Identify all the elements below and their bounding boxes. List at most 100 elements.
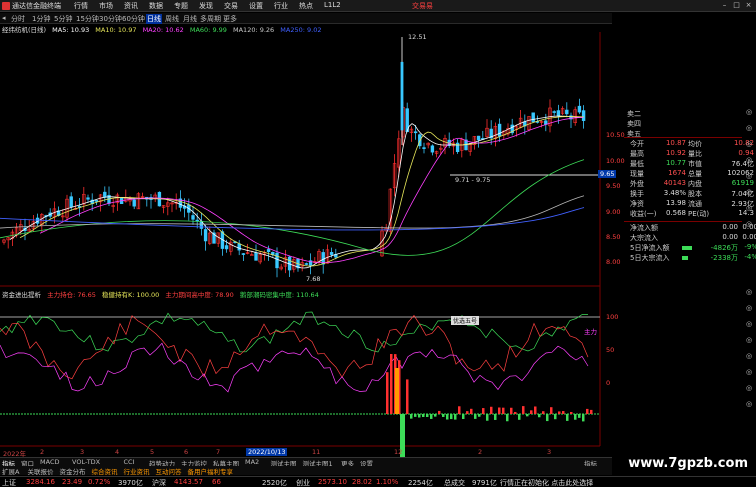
period-15min[interactable]: 15分钟 (75, 14, 100, 24)
minimize-icon[interactable]: – (720, 1, 729, 10)
back-arrow-icon[interactable]: ◂ (2, 14, 6, 22)
tab-extension[interactable]: 扩展A (2, 466, 19, 476)
tool-icon[interactable]: ◎ (744, 220, 754, 230)
period-daily[interactable]: 日线 (146, 14, 162, 24)
quote-value: 40143 (663, 179, 686, 187)
tab-extension[interactable]: 互动问答 (156, 466, 182, 476)
title-bar: 通达信金融终端 行情 市场 资讯 数据 专题 发现 交易 设置 行业 热点 L1… (0, 0, 756, 12)
quote-label: 最低 (630, 160, 644, 168)
sz-label[interactable]: 沪深 (152, 478, 166, 487)
tab-extension[interactable]: 备用户福利专享 (188, 466, 234, 476)
quote-label: 市值 (688, 160, 702, 168)
tool-icon[interactable]: ◎ (744, 140, 754, 150)
menu-market[interactable]: 市场 (99, 1, 113, 11)
tool-icon[interactable]: ◎ (744, 368, 754, 378)
x-tick: 2 (478, 448, 483, 456)
period-tick[interactable]: 分时 (10, 14, 26, 24)
tool-icon[interactable]: ◎ (744, 400, 754, 410)
indicator-item-1: 主力持仓: 76.65 (47, 291, 96, 299)
tool-icon[interactable]: ◎ (744, 384, 754, 394)
indicator-bar (478, 414, 481, 417)
indicator-item-3: 主力期间高中度: 78.90 (165, 291, 234, 299)
tab-extension[interactable]: 资金分布 (60, 466, 86, 476)
period-5min[interactable]: 5分钟 (53, 14, 73, 24)
indicator-bar (386, 372, 389, 414)
period-monthly[interactable]: 月线 (182, 14, 198, 24)
menu-industry[interactable]: 行业 (274, 1, 288, 11)
maximize-icon[interactable]: □ (732, 1, 741, 10)
tab-extension[interactable]: 行业资讯 (124, 466, 150, 476)
tool-icon[interactable]: ◎ (744, 204, 754, 214)
period-more[interactable]: 更多 (222, 14, 238, 24)
price-tick: 8.00 (606, 258, 621, 266)
app-logo-icon (2, 2, 10, 10)
tab-extension[interactable]: 综合资讯 (92, 466, 118, 476)
quote-label: PE(动) (688, 210, 710, 218)
candle-body (497, 123, 502, 137)
indicator-magenta-line (0, 342, 589, 393)
cy-label[interactable]: 创业 (296, 478, 310, 487)
menu-quotes[interactable]: 行情 (74, 1, 88, 11)
quote-label: 今开 (630, 140, 644, 148)
sh-label[interactable]: 上证 (2, 478, 16, 487)
tab-indicator[interactable]: VOL-TDX (72, 458, 100, 466)
tool-icon[interactable]: ◎ (744, 336, 754, 346)
quote-label: 外盘 (630, 180, 644, 188)
candle-body (552, 111, 556, 113)
indicator-bar (466, 411, 469, 414)
flow-bar (682, 246, 692, 250)
x-tick: 4 (115, 448, 120, 456)
tab-indicator[interactable]: CCI (124, 458, 135, 466)
period-multi[interactable]: 多周期 (199, 14, 222, 24)
menu-data[interactable]: 数据 (149, 1, 163, 11)
tool-icon[interactable]: ◎ (744, 320, 754, 330)
kline-chart[interactable] (0, 32, 620, 457)
tool-icon[interactable]: ◎ (744, 124, 754, 134)
indicator-bar (534, 406, 537, 414)
candle-body (266, 249, 271, 252)
x-tick: 5 (150, 448, 155, 456)
tool-icon[interactable]: ◎ (744, 304, 754, 314)
period-weekly[interactable]: 周线 (164, 14, 180, 24)
menu-discover[interactable]: 发现 (199, 1, 213, 11)
menu-hot[interactable]: 热点 (299, 1, 313, 11)
menu-trade[interactable]: 交易 (224, 1, 238, 11)
price-tick: 9.50 (606, 182, 621, 190)
tool-icon[interactable]: ◎ (744, 288, 754, 298)
menu-news[interactable]: 资讯 (124, 1, 138, 11)
candle-body (413, 131, 418, 134)
quote-label: 量比 (688, 150, 702, 158)
capital-flow-panel: 净流入额0.000.00大宗流入0.000.005日净流入额-4826万-9%5… (626, 223, 756, 265)
tool-icon[interactable]: ◎ (744, 156, 754, 166)
indicator-popup-title[interactable]: 优选五号 (451, 316, 480, 325)
period-1min[interactable]: 1分钟 (31, 14, 51, 24)
quote-label: 股本 (688, 190, 702, 198)
menu-topics[interactable]: 专题 (174, 1, 188, 11)
tool-icon[interactable]: ◎ (744, 172, 754, 182)
menu-settings[interactable]: 设置 (249, 1, 263, 11)
status-message[interactable]: 行情正在初始化 点击此处选择 (500, 478, 593, 487)
tool-icon[interactable]: ◎ (744, 188, 754, 198)
indicator-bar (395, 368, 399, 414)
tab-extension[interactable]: 关联报价 (28, 466, 54, 476)
quote-panel: 今开 10.87 均价 10.82 最高 10.92 量比 0.94 最低 10.77 市值 76.4… (626, 139, 754, 229)
trade-link[interactable]: 交易易 (412, 1, 433, 11)
indicator-bar (454, 414, 457, 420)
indicator-bar (550, 407, 553, 414)
period-30min[interactable]: 30分钟 (98, 14, 123, 24)
menu-l1l2[interactable]: L1L2 (324, 1, 341, 9)
tab-indicator[interactable]: MACD (40, 458, 59, 466)
period-60min[interactable]: 60分钟 (121, 14, 146, 24)
indicator-bar (574, 414, 577, 420)
tab-indicator[interactable]: MA2 (245, 458, 259, 466)
close-icon[interactable]: × (744, 1, 753, 10)
tool-icon[interactable]: ◎ (744, 352, 754, 362)
candle-body (329, 252, 334, 255)
tool-icon[interactable]: ◎ (744, 108, 754, 118)
candle-body (430, 145, 435, 153)
quote-label: 总量 (688, 170, 702, 178)
sub-tick: 100 (606, 313, 619, 321)
price-tick: 8.50 (606, 233, 621, 241)
quote-label: 现量 (630, 170, 644, 178)
quote-value: 10.77 (665, 159, 686, 167)
